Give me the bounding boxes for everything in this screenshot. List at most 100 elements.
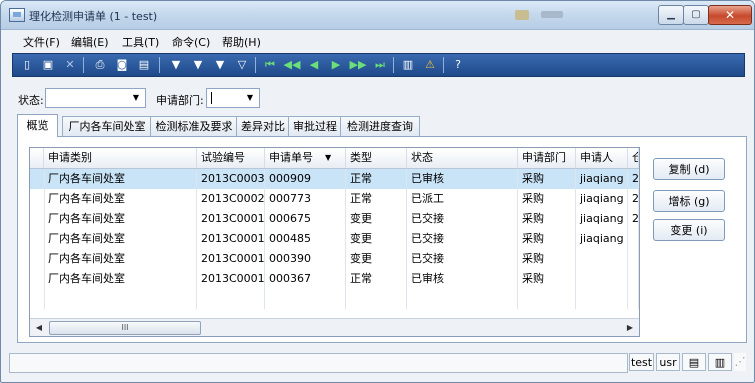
table-cell[interactable]: 2013C0003: [197, 169, 265, 189]
table-cell[interactable]: [576, 269, 628, 289]
table-cell[interactable]: 2(: [628, 209, 639, 229]
column-header[interactable]: 申请类别: [44, 148, 197, 168]
table-cell[interactable]: [628, 249, 639, 269]
table-cell[interactable]: 厂内各车间处室: [44, 209, 197, 229]
last-record-icon[interactable]: ⏭: [371, 56, 389, 74]
table-cell[interactable]: [628, 229, 639, 249]
minimize-button[interactable]: ▁: [658, 5, 684, 25]
table-cell[interactable]: 厂内各车间处室: [44, 189, 197, 209]
table-row[interactable]: 厂内各车间处室 2013C0001 000485 变更 已交接 采购 jiaqiang: [30, 229, 639, 249]
chevron-down-icon[interactable]: ▼: [129, 91, 143, 105]
delete-icon[interactable]: ✕: [61, 56, 79, 74]
server-icon[interactable]: ▥: [708, 353, 732, 371]
column-header[interactable]: 类型: [346, 148, 407, 168]
column-header-sorted[interactable]: 申请单号 ▼: [265, 148, 346, 168]
table-cell[interactable]: 正常: [346, 269, 407, 289]
table-cell[interactable]: 厂内各车间处室: [44, 249, 197, 269]
table-cell[interactable]: [518, 289, 576, 309]
column-header[interactable]: 仓: [628, 148, 639, 168]
table-cell[interactable]: 2013C0001: [197, 229, 265, 249]
tab-workshop[interactable]: 厂内各车间处室: [62, 116, 152, 136]
table-cell[interactable]: 变更: [346, 229, 407, 249]
table-cell[interactable]: 已交接: [407, 229, 518, 249]
first-record-icon[interactable]: ⏮: [261, 56, 279, 74]
table-cell[interactable]: 正常: [346, 189, 407, 209]
scroll-right-icon[interactable]: ▶: [624, 321, 636, 334]
table-cell[interactable]: 已审核: [407, 269, 518, 289]
table-cell[interactable]: 厂内各车间处室: [44, 269, 197, 289]
dept-combo[interactable]: ▼: [206, 88, 260, 108]
table-cell[interactable]: 000909: [265, 169, 346, 189]
row-header[interactable]: [30, 189, 45, 209]
table-cell[interactable]: 采购: [518, 209, 576, 229]
export-icon[interactable]: ▤: [135, 56, 153, 74]
status-combo[interactable]: ▼: [45, 88, 146, 108]
table-cell[interactable]: 000485: [265, 229, 346, 249]
row-header[interactable]: [30, 269, 45, 289]
table-cell[interactable]: jiaqiang: [576, 169, 628, 189]
resize-grip-icon[interactable]: ⋰: [734, 353, 746, 371]
tab-overview[interactable]: 概览: [17, 114, 58, 137]
table-cell[interactable]: 变更: [346, 249, 407, 269]
table-cell[interactable]: [407, 289, 518, 309]
advanced-filter-icon[interactable]: ▼: [211, 56, 229, 74]
table-cell[interactable]: 厂内各车间处室: [44, 169, 197, 189]
table-cell[interactable]: 2(: [628, 189, 639, 209]
table-cell[interactable]: [44, 289, 197, 309]
chevron-down-icon[interactable]: ▼: [243, 91, 257, 105]
new-icon[interactable]: ▯: [18, 56, 36, 74]
table-cell[interactable]: [576, 289, 628, 309]
table-cell[interactable]: 2013C0001: [197, 249, 265, 269]
table-row[interactable]: 厂内各车间处室2013C0003000909正常已审核采购jiaqiang2(: [30, 169, 639, 189]
empty-row[interactable]: [30, 289, 639, 309]
table-cell[interactable]: 2013C0001: [197, 269, 265, 289]
remove-filter-icon[interactable]: ▽: [233, 56, 251, 74]
table-cell[interactable]: 已交接: [407, 209, 518, 229]
previous-record-icon[interactable]: ◀: [305, 56, 323, 74]
table-cell[interactable]: 厂内各车间处室: [44, 229, 197, 249]
column-header[interactable]: 试验编号: [197, 148, 265, 168]
column-header[interactable]: 申请部门: [518, 148, 576, 168]
close-button[interactable]: ✕: [708, 5, 752, 25]
change-button[interactable]: 变更 (i): [653, 219, 725, 241]
table-cell[interactable]: [346, 289, 407, 309]
table-cell[interactable]: 采购: [518, 249, 576, 269]
menu-edit[interactable]: 编辑(E): [71, 34, 109, 50]
column-header[interactable]: 申请人: [576, 148, 628, 168]
tab-approval[interactable]: 审批过程: [288, 116, 342, 136]
requests-grid[interactable]: 申请类别 试验编号 申请单号 ▼ 类型 状态 申请部门 申请人 仓 厂内各车间处室…: [29, 147, 640, 337]
table-cell[interactable]: jiaqiang: [576, 229, 628, 249]
scroll-left-icon[interactable]: ◀: [33, 321, 45, 334]
table-cell[interactable]: 变更: [346, 209, 407, 229]
tab-progress[interactable]: 检测进度查询: [340, 116, 420, 136]
table-cell[interactable]: 000390: [265, 249, 346, 269]
table-row[interactable]: 厂内各车间处室2013C0002000773正常已派工采购jiaqiang2(: [30, 189, 639, 209]
row-header[interactable]: [30, 289, 45, 309]
help-icon[interactable]: ?: [449, 56, 467, 74]
next-record-icon[interactable]: ▶: [327, 56, 345, 74]
filter-icon[interactable]: ▼: [167, 56, 185, 74]
table-cell[interactable]: jiaqiang: [576, 189, 628, 209]
print-icon[interactable]: ⎙: [91, 56, 109, 74]
horizontal-scrollbar[interactable]: ◀ III ▶: [30, 318, 639, 336]
maximize-button[interactable]: ▢: [683, 5, 709, 25]
table-cell[interactable]: 已交接: [407, 249, 518, 269]
next-page-icon[interactable]: ▶▶: [349, 56, 367, 74]
table-cell[interactable]: 采购: [518, 189, 576, 209]
table-cell[interactable]: 已派工: [407, 189, 518, 209]
table-row[interactable]: 厂内各车间处室 2013C0001 000367 正常 已审核 采购: [30, 269, 639, 289]
row-header[interactable]: [30, 169, 45, 189]
table-cell[interactable]: [628, 269, 639, 289]
table-cell[interactable]: [628, 289, 639, 309]
table-cell[interactable]: 采购: [518, 229, 576, 249]
table-cell[interactable]: 2(: [628, 169, 639, 189]
row-header[interactable]: [30, 229, 45, 249]
previous-page-icon[interactable]: ◀◀: [283, 56, 301, 74]
menu-file[interactable]: 文件(F): [23, 34, 60, 50]
row-header[interactable]: [30, 209, 45, 229]
table-cell[interactable]: 000675: [265, 209, 346, 229]
attachment-icon[interactable]: ▥: [399, 56, 417, 74]
table-cell[interactable]: 已审核: [407, 169, 518, 189]
table-cell[interactable]: 000367: [265, 269, 346, 289]
scroll-thumb[interactable]: III: [49, 321, 201, 335]
